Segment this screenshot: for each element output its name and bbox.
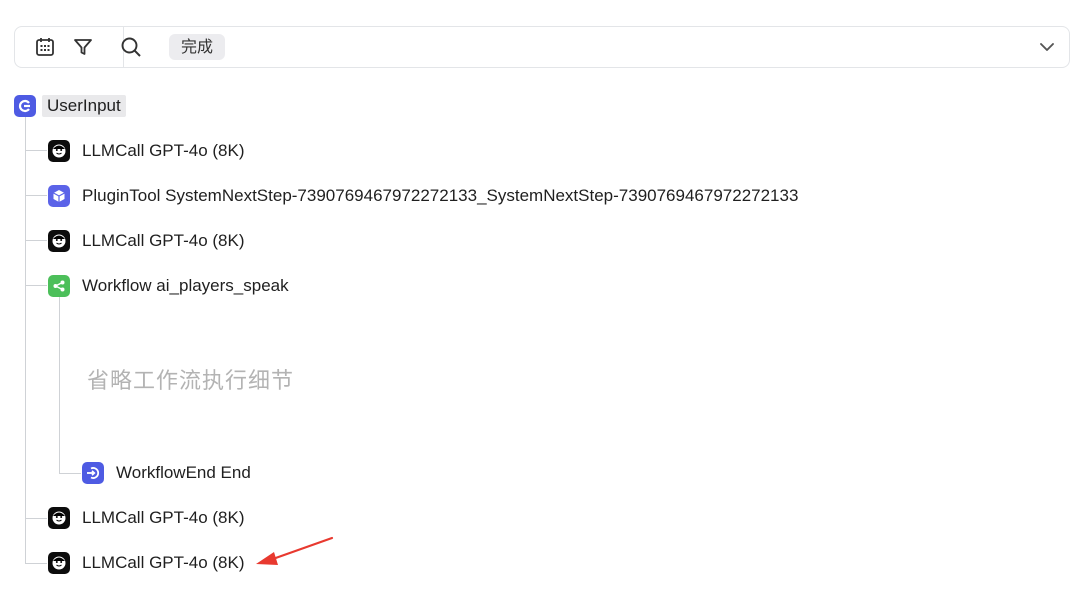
omitted-details-note: 省略工作流执行细节 [87, 369, 295, 394]
tree-branch-line [25, 150, 47, 151]
tree-node-llmcall[interactable]: LLMCall GPT-4o (8K) [48, 551, 245, 575]
tree-branch-line [25, 285, 47, 286]
node-label: LLMCall GPT-4o (8K) [82, 508, 245, 527]
status-filter-tag[interactable]: 完成 [169, 34, 226, 60]
tree-node-llmcall[interactable]: LLMCall GPT-4o (8K) [48, 506, 245, 530]
filter-icon[interactable] [71, 35, 95, 59]
tree-node-llmcall[interactable]: LLMCall GPT-4o (8K) [48, 229, 245, 253]
node-label: WorkflowEnd End [116, 463, 251, 482]
tree-main-connector [25, 116, 26, 564]
llm-face-icon [48, 230, 70, 252]
node-label: PluginTool SystemNextStep-73907694679722… [82, 186, 799, 205]
tree-node-root[interactable]: UserInput [14, 94, 126, 118]
user-input-icon [14, 95, 36, 117]
node-label: LLMCall GPT-4o (8K) [82, 553, 245, 572]
trace-toolbar: 完成 [14, 26, 1070, 68]
annotation-arrow-icon [256, 536, 334, 565]
workflow-icon [48, 275, 70, 297]
tree-branch-line [25, 195, 47, 196]
node-label: LLMCall GPT-4o (8K) [82, 231, 245, 250]
tree-branch-line [59, 473, 81, 474]
tree-branch-line [25, 518, 47, 519]
tree-branch-line [25, 240, 47, 241]
tree-node-workflow-end[interactable]: WorkflowEnd End [82, 461, 251, 485]
tree-node-workflow[interactable]: Workflow ai_players_speak [48, 274, 289, 298]
tree-node-plugintool[interactable]: PluginTool SystemNextStep-73907694679722… [48, 184, 798, 208]
node-label: LLMCall GPT-4o (8K) [82, 141, 245, 160]
llm-face-icon [48, 140, 70, 162]
chevron-down-icon[interactable] [1035, 35, 1059, 59]
workflow-connector [59, 296, 60, 473]
tree-node-llmcall[interactable]: LLMCall GPT-4o (8K) [48, 139, 245, 163]
calendar-icon[interactable] [33, 35, 57, 59]
node-label: UserInput [42, 95, 126, 117]
workflow-end-icon [82, 462, 104, 484]
search-icon[interactable] [119, 35, 143, 59]
llm-face-icon [48, 507, 70, 529]
tree-branch-line [25, 563, 47, 564]
node-label: Workflow ai_players_speak [82, 276, 289, 295]
llm-face-icon [48, 552, 70, 574]
plugin-cube-icon [48, 185, 70, 207]
